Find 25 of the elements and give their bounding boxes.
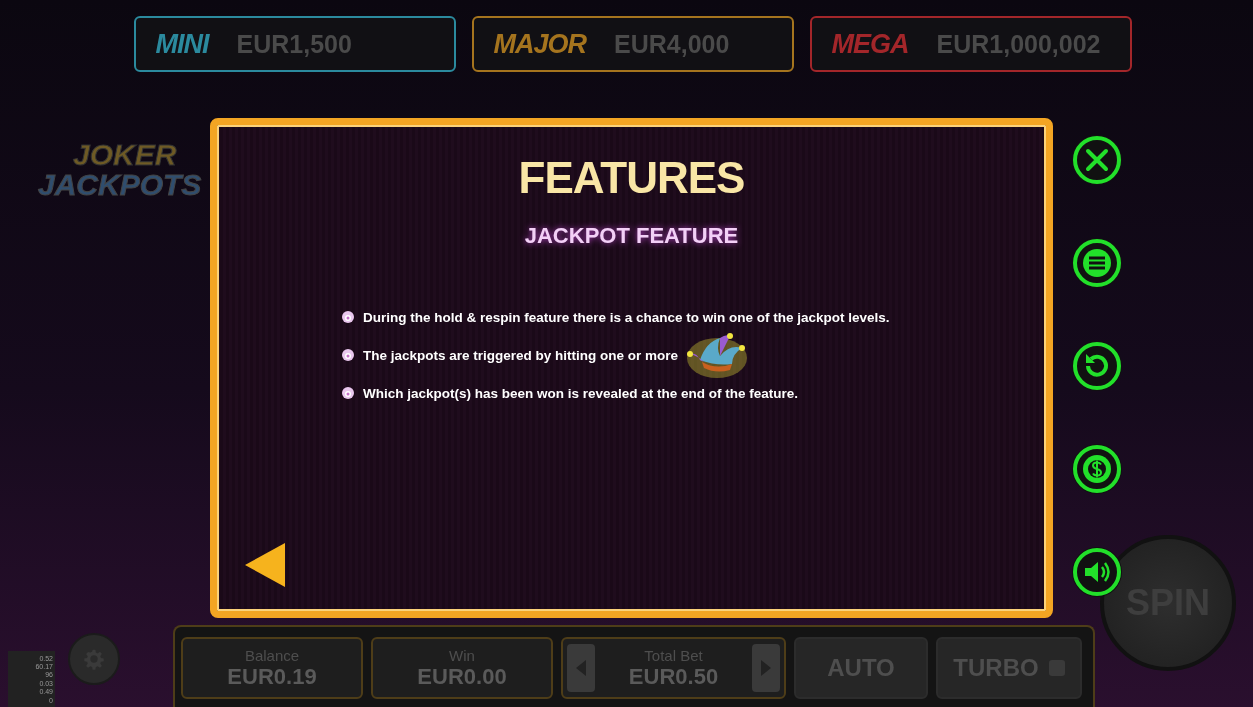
jackpot-amount: EUR4,000: [614, 29, 730, 59]
bullet-icon: [341, 386, 355, 400]
replay-icon[interactable]: [1072, 341, 1122, 391]
menu-icon[interactable]: [1072, 238, 1122, 288]
coin-icon[interactable]: [1072, 444, 1122, 494]
section-heading: JACKPOT FEATURE: [524, 223, 739, 249]
speaker-icon[interactable]: [1072, 547, 1122, 597]
bullet-text: The jackpots are triggered by hitting one or more: [363, 347, 679, 363]
right-triangle-icon: [761, 660, 771, 676]
jester-hat-icon: [686, 330, 749, 380]
bullet-text: During the hold & respin feature there is a chance to win one of the jackpot levels.: [363, 309, 890, 325]
jackpot-label: MAJOR: [493, 28, 586, 60]
bullet-icon: [341, 348, 355, 362]
previous-page-button[interactable]: [245, 543, 285, 587]
bullet-text: Which jackpot(s) has been won is revealed at the end of the feature.: [363, 385, 799, 401]
bullet-icon: [341, 310, 355, 324]
jackpot-amount: EUR1,500: [236, 29, 352, 59]
dialog-title: FEATURES: [518, 153, 745, 203]
jackpot-label: MEGA: [831, 28, 909, 60]
jackpot-amount: EUR1,000,002: [936, 29, 1101, 59]
jackpot-label: MINI: [155, 28, 209, 60]
close-icon[interactable]: [1072, 135, 1122, 185]
left-triangle-icon: [245, 543, 285, 587]
game-logo: JOKER JACKPOTS: [38, 140, 203, 200]
left-triangle-icon: [576, 660, 586, 676]
